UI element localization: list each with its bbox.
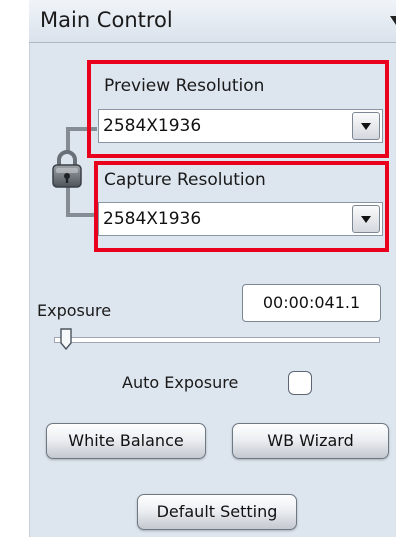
preview-resolution-label: Preview Resolution <box>104 76 265 96</box>
exposure-slider-track[interactable] <box>54 337 380 343</box>
dropdown-arrow-icon[interactable] <box>352 205 380 233</box>
panel-header[interactable]: Main Control <box>29 0 396 43</box>
white-balance-button[interactable]: White Balance <box>46 423 206 459</box>
preview-resolution-value: 2584X1936 <box>103 116 202 136</box>
capture-resolution-label: Capture Resolution <box>104 170 266 190</box>
exposure-time-field[interactable]: 00:00:041.1 <box>242 284 381 322</box>
default-setting-button[interactable]: Default Setting <box>137 494 297 530</box>
preview-resolution-select[interactable]: 2584X1936 <box>98 109 383 143</box>
auto-exposure-label: Auto Exposure <box>122 373 239 392</box>
dropdown-arrow-icon[interactable] <box>352 112 380 140</box>
padlock-icon[interactable] <box>51 149 83 189</box>
capture-resolution-select[interactable]: 2584X1936 <box>98 202 383 236</box>
capture-resolution-value: 2584X1936 <box>103 209 202 229</box>
chevron-down-icon[interactable] <box>390 16 396 25</box>
exposure-label: Exposure <box>37 301 112 320</box>
lock-link-bottom-horizontal <box>66 213 97 217</box>
panel-title: Main Control <box>40 8 173 32</box>
lock-link-top-vertical <box>66 127 70 151</box>
exposure-slider-thumb[interactable] <box>60 328 72 351</box>
auto-exposure-checkbox[interactable] <box>288 371 312 395</box>
wb-wizard-button[interactable]: WB Wizard <box>232 423 389 459</box>
